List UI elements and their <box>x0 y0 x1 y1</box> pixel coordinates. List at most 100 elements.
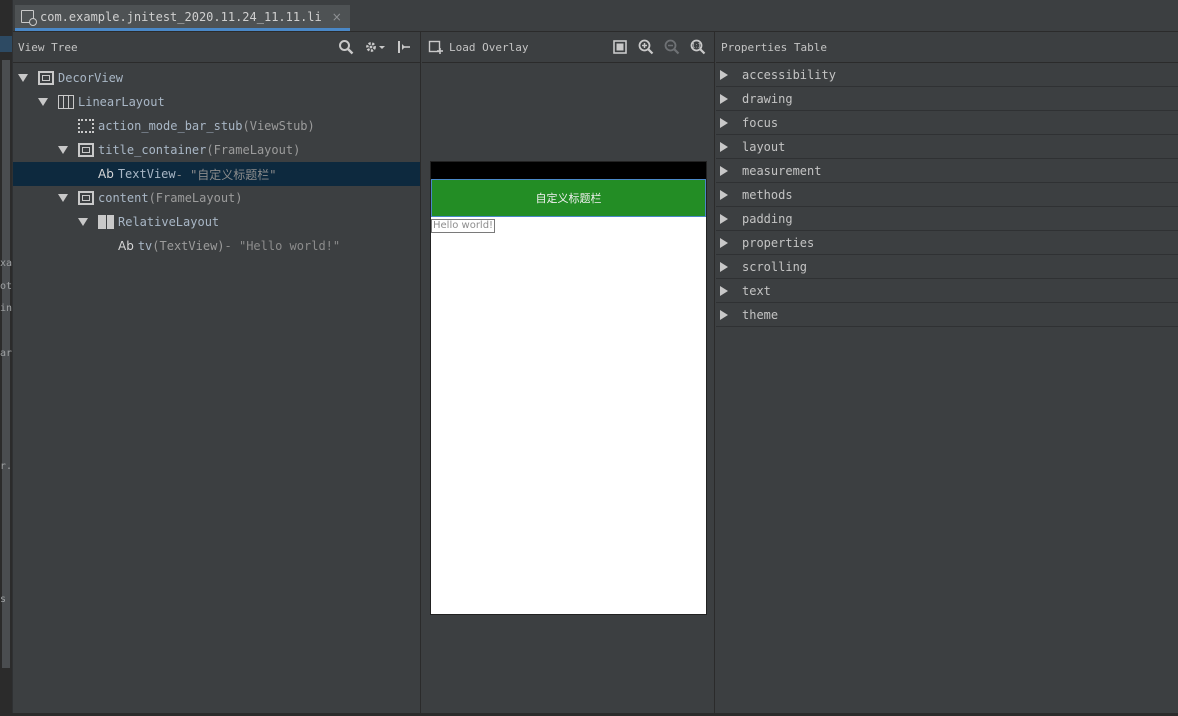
expand-arrow-icon[interactable] <box>720 165 728 176</box>
actual-size-icon[interactable]: 1:1 <box>690 39 706 55</box>
load-overlay-button[interactable]: Load Overlay <box>449 41 528 54</box>
tree-node-textview-title[interactable]: Ab TextView - "自定义标题栏" <box>13 162 420 186</box>
node-label: LinearLayout <box>78 95 165 109</box>
expand-arrow-icon[interactable] <box>720 117 728 128</box>
tab-title: com.example.jnitest_2020.11.24_11.11.li <box>40 9 322 24</box>
expand-arrow-icon[interactable] <box>720 237 728 248</box>
expand-arrow-icon[interactable] <box>720 309 728 320</box>
gutter-text: ar <box>0 348 13 359</box>
property-group-label: theme <box>742 307 779 322</box>
view-tree-header: View Tree <box>13 32 420 63</box>
frame-layout-icon <box>38 71 54 85</box>
node-class: (ViewStub) <box>242 119 315 133</box>
tree-node-relativelayout[interactable]: RelativeLayout <box>13 210 420 234</box>
properties-panel: Properties Table accessibility drawing f… <box>716 32 1178 713</box>
linear-layout-icon <box>58 95 74 109</box>
expand-arrow-icon[interactable] <box>58 145 68 155</box>
node-label: action_mode_bar_stub <box>98 119 243 133</box>
status-bar <box>431 162 706 179</box>
editor-tab-bar: com.example.jnitest_2020.11.24_11.11.li … <box>13 0 1178 32</box>
expand-arrow-icon[interactable] <box>720 141 728 152</box>
property-group-theme[interactable]: theme <box>716 303 1178 327</box>
zoom-in-icon[interactable] <box>638 39 654 55</box>
expand-arrow-icon[interactable] <box>78 217 88 227</box>
gutter-text: in <box>0 303 13 314</box>
tree-node-tv[interactable]: Ab tv (TextView) - "Hello world!" <box>13 234 420 258</box>
view-tree-title: View Tree <box>18 40 78 54</box>
node-class: (FrameLayout) <box>148 191 243 205</box>
property-group-scrolling[interactable]: scrolling <box>716 255 1178 279</box>
custom-title-bar[interactable]: 自定义标题栏 <box>431 179 706 217</box>
relative-layout-icon <box>98 215 114 229</box>
property-group-measurement[interactable]: measurement <box>716 159 1178 183</box>
close-icon[interactable]: × <box>332 10 342 24</box>
properties-list: accessibility drawing focus layout measu… <box>716 63 1178 327</box>
frame-layout-icon <box>78 191 94 205</box>
node-class: (FrameLayout) <box>206 143 301 157</box>
gutter-scrollbar[interactable] <box>2 60 10 668</box>
property-group-label: accessibility <box>742 67 836 82</box>
expand-arrow-icon[interactable] <box>720 69 728 80</box>
hello-text-view[interactable]: Hello world! <box>431 219 496 233</box>
tree-node-decorview[interactable]: DecorView <box>13 66 420 90</box>
expand-arrow-icon[interactable] <box>58 193 68 203</box>
property-group-layout[interactable]: layout <box>716 135 1178 159</box>
tree-node-content[interactable]: content (FrameLayout) <box>13 186 420 210</box>
property-group-drawing[interactable]: drawing <box>716 87 1178 111</box>
property-group-label: text <box>742 283 771 298</box>
title-bar-text: 自定义标题栏 <box>535 192 602 205</box>
preview-toolbar: 1:1 <box>612 39 714 55</box>
property-group-padding[interactable]: padding <box>716 207 1178 231</box>
load-overlay-icon[interactable] <box>428 39 444 55</box>
expand-arrow-icon[interactable] <box>38 97 48 107</box>
gutter-text: r. <box>0 461 13 472</box>
node-text-value: - "自定义标题栏" <box>175 167 277 182</box>
expand-arrow-icon[interactable] <box>720 93 728 104</box>
property-group-methods[interactable]: methods <box>716 183 1178 207</box>
node-label: TextView <box>117 167 176 181</box>
properties-title: Properties Table <box>721 40 827 54</box>
layout-preview-panel: Load Overlay 1:1 自定义标题栏 Hello world! <box>422 32 715 713</box>
frame-layout-icon <box>78 143 94 157</box>
view-tree: DecorView LinearLayout action_mode_bar_s… <box>13 63 420 258</box>
editor-gutter: xa ot in ar r. s <box>0 0 13 716</box>
tree-node-action-mode-bar-stub[interactable]: action_mode_bar_stub (ViewStub) <box>13 114 420 138</box>
property-group-text[interactable]: text <box>716 279 1178 303</box>
property-group-label: drawing <box>742 91 793 106</box>
view-tree-panel: View Tree DecorView LinearLayout action_… <box>13 32 421 713</box>
device-preview[interactable]: 自定义标题栏 Hello world! <box>430 161 707 615</box>
node-label: title_container <box>98 143 207 157</box>
node-label: RelativeLayout <box>118 215 220 229</box>
property-group-label: padding <box>742 211 793 226</box>
search-icon[interactable] <box>338 39 354 55</box>
expand-arrow-icon[interactable] <box>18 73 28 83</box>
zoom-out-icon[interactable] <box>664 39 680 55</box>
property-group-label: layout <box>742 139 786 154</box>
node-label: DecorView <box>58 71 124 85</box>
view-stub-icon <box>78 119 94 133</box>
text-view-icon: Ab <box>98 167 114 181</box>
expand-arrow-icon[interactable] <box>720 261 728 272</box>
node-label: tv <box>137 239 153 253</box>
tree-node-title-container[interactable]: title_container (FrameLayout) <box>13 138 420 162</box>
property-group-accessibility[interactable]: accessibility <box>716 63 1178 87</box>
hierarchy-file-tab[interactable]: com.example.jnitest_2020.11.24_11.11.li … <box>15 5 350 31</box>
gutter-text: s <box>0 594 7 605</box>
property-group-label: methods <box>742 187 793 202</box>
property-group-focus[interactable]: focus <box>716 111 1178 135</box>
svg-text:1:1: 1:1 <box>692 43 702 50</box>
collapse-icon[interactable] <box>396 39 412 55</box>
fit-screen-icon[interactable] <box>612 39 628 55</box>
expand-arrow-icon[interactable] <box>720 285 728 296</box>
property-group-label: properties <box>742 235 815 250</box>
property-group-label: scrolling <box>742 259 808 274</box>
expand-arrow-icon[interactable] <box>720 189 728 200</box>
gear-dropdown-icon[interactable] <box>364 39 386 55</box>
hierarchy-viewer-icon <box>21 10 37 26</box>
text-view-icon: Ab <box>118 239 134 253</box>
node-class: (TextView) <box>152 239 225 253</box>
expand-arrow-icon[interactable] <box>720 213 728 224</box>
property-group-properties[interactable]: properties <box>716 231 1178 255</box>
node-text-value: - "Hello world!" <box>224 239 341 253</box>
tree-node-linearlayout[interactable]: LinearLayout <box>13 90 420 114</box>
